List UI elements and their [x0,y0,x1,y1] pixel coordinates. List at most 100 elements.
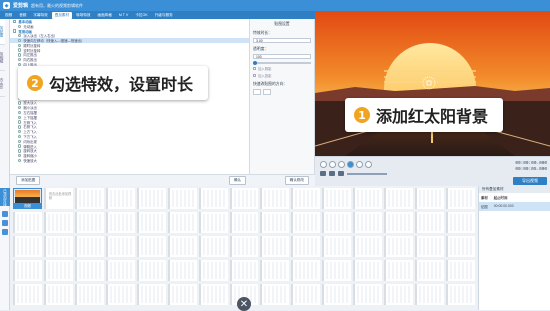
timeline-slot[interactable] [384,284,414,305]
timeline-slot[interactable] [415,236,445,257]
slider-handle[interactable] [253,61,257,65]
timeline-slot[interactable] [446,188,475,209]
timeline-slot[interactable] [229,260,259,281]
timeline-slot[interactable] [136,236,166,257]
timeline-slot[interactable] [291,188,321,209]
timeline-slot[interactable] [43,284,73,305]
timeline-slot[interactable] [322,212,352,233]
timeline-slot[interactable] [136,260,166,281]
next-frame-icon[interactable] [356,161,363,168]
timeline-slot[interactable] [384,260,414,281]
radio-icon[interactable] [18,24,22,28]
timeline-slot[interactable] [446,284,475,305]
tab-add-frame[interactable]: 加相框 [0,45,5,71]
radio-icon[interactable] [18,154,22,158]
timeline-slot[interactable] [415,188,445,209]
radio-icon[interactable] [18,130,22,134]
timeline-slot[interactable] [260,260,290,281]
timeline-slot[interactable] [291,236,321,257]
confirm-button[interactable]: 确认 [228,176,247,185]
prev-frame-icon[interactable] [329,161,336,168]
timeline-slot[interactable] [415,212,445,233]
timeline-slot[interactable] [13,236,42,257]
timeline-slot[interactable] [446,260,475,281]
timeline-slot[interactable] [384,236,414,257]
volume-icon[interactable] [338,171,344,176]
menu-item[interactable]: 画面风格 [95,12,115,19]
menu-item[interactable]: 升级与服务 [152,12,176,19]
timeline-slot[interactable] [353,284,383,305]
timeline-slot[interactable] [13,212,42,233]
close-icon[interactable]: ✕ [237,297,251,311]
timeline-slot[interactable] [291,284,321,305]
radio-icon[interactable] [18,144,22,148]
timeline-slot[interactable] [260,212,290,233]
radio-icon[interactable] [13,29,17,33]
timeline-slot[interactable] [322,188,352,209]
rewind-icon[interactable] [320,161,327,168]
timeline-slot[interactable] [13,284,42,305]
radio-icon[interactable] [18,34,22,38]
flip-vertical-icon[interactable] [263,89,271,95]
shadow-checkbox[interactable]: 加入阴影 [253,66,311,71]
add-video-slot[interactable]: 双击此处添加视频 [43,188,73,209]
snapshot-icon[interactable] [320,171,326,176]
timeline-slot[interactable] [198,188,228,209]
radio-icon[interactable] [18,58,22,62]
radio-icon[interactable] [18,101,22,105]
timeline-slot[interactable] [43,260,73,281]
added-clips-tab[interactable]: 已添加片段 [0,188,10,206]
radio-icon[interactable] [18,115,22,120]
forward-icon[interactable] [365,161,372,168]
radio-icon[interactable] [18,38,22,43]
opacity-input[interactable]: 100 [253,54,311,59]
timeline-slot[interactable] [384,188,414,209]
timeline-slot[interactable] [384,212,414,233]
timeline-slot[interactable] [136,284,166,305]
projection-checkbox[interactable]: 加入投影 [253,73,311,78]
timeline-slot[interactable] [136,188,166,209]
timeline-slot[interactable] [105,260,135,281]
menu-item[interactable]: 字幕特效 [30,12,50,19]
timeline-slot[interactable] [198,284,228,305]
overlay-row[interactable]: 贴图 00:00:00.000 [479,202,550,211]
timeline-slot[interactable] [198,212,228,233]
timeline-slot[interactable] [291,212,321,233]
radio-icon[interactable] [18,125,22,129]
timeline-slot[interactable] [353,236,383,257]
timeline-slot[interactable] [105,212,135,233]
radio-icon[interactable] [18,43,22,48]
menu-item[interactable]: M T V [116,12,131,18]
cut-icon[interactable] [1,220,8,226]
flip-horizontal-icon[interactable] [253,89,261,95]
duration-input[interactable]: 3.00 [253,38,311,43]
effect-item[interactable]: 快速放大 [10,158,249,163]
radio-icon[interactable] [18,149,22,153]
radio-icon[interactable] [18,158,22,163]
timeline-slot[interactable] [13,260,42,281]
timeline-slot[interactable] [229,236,259,257]
timeline-slot[interactable] [43,212,73,233]
timeline-slot[interactable] [167,188,197,209]
timeline-slot[interactable] [43,236,73,257]
timeline-slot[interactable] [322,236,352,257]
timeline-slot[interactable] [291,260,321,281]
menu-item[interactable]: 转场特效 [73,12,93,19]
settings-icon[interactable] [1,229,8,235]
menu-item[interactable]: 视频 [2,12,15,19]
timeline-slot[interactable] [105,188,135,209]
add-sticker-button[interactable]: 添加贴图 [16,176,41,185]
timeline-slot[interactable] [446,236,475,257]
timeline-slot[interactable] [198,236,228,257]
fullscreen-icon[interactable] [329,171,335,176]
timeline-slot[interactable] [415,284,445,305]
tab-add-sticker[interactable]: 加贴图 [0,19,5,45]
timeline-slot[interactable] [74,284,104,305]
timeline-slot[interactable] [167,236,197,257]
play-icon[interactable] [347,161,354,168]
timeline-slot[interactable] [74,236,104,257]
timeline-slot[interactable] [353,212,383,233]
radio-icon[interactable] [18,110,22,115]
opacity-slider[interactable] [253,61,311,65]
timeline-slot[interactable] [415,260,445,281]
